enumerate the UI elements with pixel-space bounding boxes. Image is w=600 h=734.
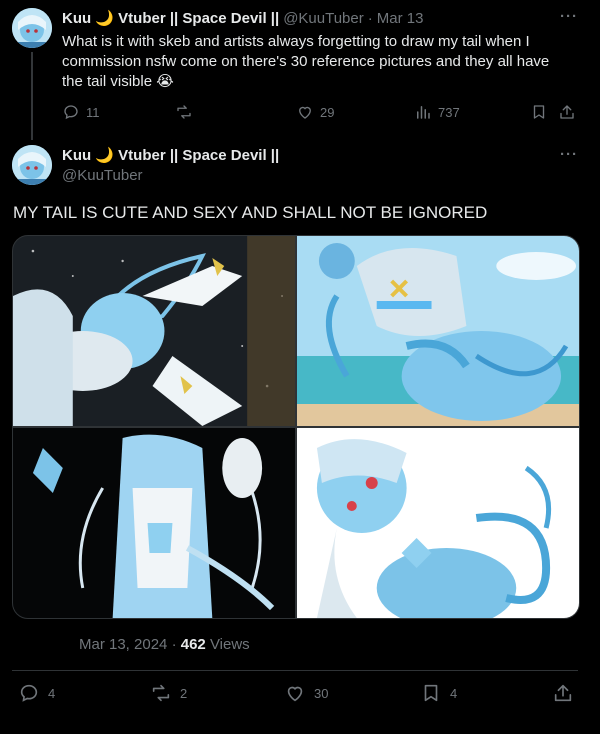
reply-text: What is it with skeb and artists always … [62, 33, 550, 90]
reply-reply-button[interactable]: 11 [62, 103, 100, 121]
reply-separator: · [367, 10, 373, 27]
illustration-dark-backdrop-icon [13, 428, 295, 618]
share-icon [560, 105, 574, 119]
illustration-beach-backdrop-icon [297, 236, 579, 426]
media-image-1[interactable] [13, 236, 295, 426]
media-image-2[interactable] [297, 236, 579, 426]
main-views-label[interactable]: Views [210, 636, 250, 653]
reply-author-name[interactable]: Kuu 🌙 Vtuber || Space Devil || [62, 9, 279, 27]
main-header: Kuu 🌙 Vtuber || Space Devil || @KuuTuber [62, 146, 279, 184]
main-bookmark-button[interactable]: 4 [420, 682, 457, 704]
main-text: MY TAIL IS CUTE AND SEXY AND SHALL NOT B… [13, 203, 488, 222]
main-meta-dot: · [171, 636, 177, 653]
main-timestamp[interactable]: Mar 13, 2024 [79, 636, 167, 653]
main-author-handle[interactable]: @KuuTuber [62, 167, 279, 184]
thread-connector-line [31, 52, 33, 140]
main-action-bar: 4 2 30 4 [18, 682, 578, 706]
media-grid [12, 235, 580, 619]
main-divider [12, 670, 578, 671]
bookmark-icon [533, 105, 545, 119]
reply-like-count: 29 [320, 104, 335, 120]
reply-author-handle[interactable]: @KuuTuber [283, 10, 364, 27]
main-bookmark-count: 4 [450, 685, 458, 701]
reply-avatar[interactable] [12, 8, 52, 48]
heart-icon [287, 686, 303, 702]
main-meta: Mar 13, 2024 · 462 Views [79, 636, 250, 653]
heart-icon [299, 106, 311, 119]
reply-view-count: 737 [438, 104, 460, 120]
reply-repost-button[interactable] [175, 103, 199, 121]
media-image-4[interactable] [297, 428, 579, 618]
reply-icon [64, 105, 78, 120]
reply-bookmark-button[interactable] [530, 103, 548, 121]
main-avatar[interactable] [12, 145, 52, 185]
illustration-white-backdrop-icon [297, 428, 579, 618]
main-repost-button[interactable]: 2 [150, 682, 187, 704]
reply-share-button[interactable] [558, 103, 576, 121]
media-image-3[interactable] [13, 428, 295, 618]
main-author-name[interactable]: Kuu 🌙 Vtuber || Space Devil || [62, 146, 279, 164]
main-like-button[interactable]: 30 [284, 682, 328, 704]
reply-action-bar: 11 29 737 [62, 103, 578, 123]
main-repost-count: 2 [180, 685, 188, 701]
main-reply-button[interactable]: 4 [18, 682, 55, 704]
reply-header: Kuu 🌙 Vtuber || Space Devil || @KuuTuber… [62, 9, 542, 27]
main-share-button[interactable] [552, 682, 574, 704]
reply-icon [20, 684, 38, 702]
reply-more-button[interactable]: ··· [560, 8, 578, 25]
main-like-count: 30 [314, 685, 329, 701]
analytics-icon [417, 106, 430, 119]
main-views-count: 462 [180, 636, 206, 653]
illustration-space-backdrop-icon [13, 236, 295, 426]
reply-timestamp[interactable]: Mar 13 [377, 10, 424, 27]
repost-icon [177, 105, 191, 119]
repost-icon [152, 684, 170, 702]
share-icon [554, 684, 572, 702]
main-more-button[interactable]: ··· [560, 146, 578, 163]
main-reply-count: 4 [48, 685, 56, 701]
reply-views-button[interactable]: 737 [414, 103, 460, 121]
reply-reply-count: 11 [86, 104, 100, 120]
reply-like-button[interactable]: 29 [296, 103, 334, 121]
bookmark-icon [424, 684, 438, 702]
